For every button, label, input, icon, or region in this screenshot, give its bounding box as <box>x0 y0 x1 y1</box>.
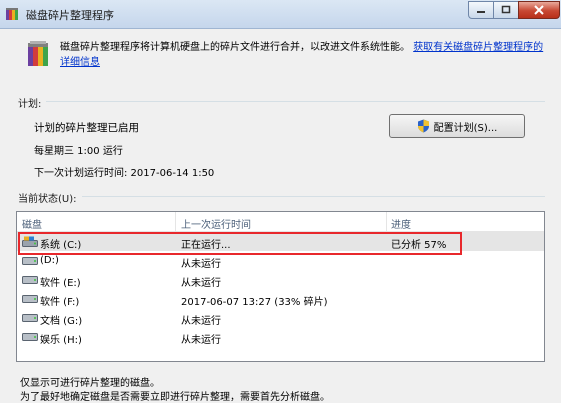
disk-name: 软件 (F:) <box>40 297 80 308</box>
drive-icon <box>22 257 38 265</box>
close-button[interactable] <box>518 1 560 19</box>
current-status-label: 当前状态(U): <box>18 194 77 205</box>
column-header-progress[interactable]: 进度 <box>391 216 411 231</box>
schedule-next-run: 下一次计划运行时间: 2017-06-14 1:50 <box>34 168 215 179</box>
minimize-icon <box>477 11 485 13</box>
schedule-divider <box>46 101 545 102</box>
disk-row-c[interactable]: 系统 (C:) 正在运行... 已分析 57% <box>17 232 544 251</box>
close-icon <box>534 5 544 15</box>
disk-name: 系统 (C:) <box>40 240 82 251</box>
minimize-button[interactable] <box>468 1 494 19</box>
column-header-disk[interactable]: 磁盘 <box>22 216 42 231</box>
intro-text-block: 磁盘碎片整理程序将计算机硬盘上的碎片文件进行合并，以改进文件系统性能。 获取有关… <box>60 40 550 70</box>
intro-description: 磁盘碎片整理程序将计算机硬盘上的碎片文件进行合并，以改进文件系统性能。 <box>60 42 410 53</box>
disk-progress: 已分析 57% <box>391 240 447 251</box>
disk-last-run: 从未运行 <box>181 316 221 327</box>
defrag-app-icon <box>6 8 18 20</box>
disk-name: 文档 (G:) <box>40 316 83 327</box>
footnote-line-1: 仅显示可进行碎片整理的磁盘。 <box>20 378 160 389</box>
disk-row-d[interactable]: (D:) 从未运行 <box>17 251 544 270</box>
schedule-label: 计划: <box>18 99 42 110</box>
drive-icon <box>22 333 38 341</box>
drive-icon <box>22 276 38 284</box>
schedule-frequency: 每星期三 1:00 运行 <box>34 146 123 157</box>
system-drive-icon <box>22 236 38 247</box>
maximize-icon <box>501 5 511 14</box>
drive-icon <box>22 314 38 322</box>
column-header-last-run[interactable]: 上一次运行时间 <box>181 216 251 231</box>
disk-row-g[interactable]: 文档 (G:) 从未运行 <box>17 308 544 327</box>
footnote-line-2: 为了最好地确定磁盘是否需要立即进行碎片整理，需要首先分析磁盘。 <box>20 392 330 403</box>
configure-schedule-label: 配置计划(S)... <box>433 122 498 134</box>
disk-last-run: 2017-06-07 13:27 (33% 碎片) <box>181 297 328 308</box>
disk-list-header: 磁盘 上一次运行时间 进度 <box>17 212 544 232</box>
disk-last-run: 正在运行... <box>181 240 231 251</box>
disk-row-f[interactable]: 软件 (F:) 2017-06-07 13:27 (33% 碎片) <box>17 289 544 308</box>
disk-last-run: 从未运行 <box>181 259 221 270</box>
window-title: 磁盘碎片整理程序 <box>26 9 114 22</box>
schedule-status: 计划的碎片整理已启用 <box>34 122 139 134</box>
title-bar[interactable]: 磁盘碎片整理程序 <box>0 0 561 29</box>
disk-name: 娱乐 (H:) <box>40 335 82 346</box>
disk-last-run: 从未运行 <box>181 278 221 289</box>
column-separator[interactable] <box>386 212 387 231</box>
disk-row-e[interactable]: 软件 (E:) 从未运行 <box>17 270 544 289</box>
drive-icon <box>22 295 38 303</box>
column-separator[interactable] <box>175 212 176 231</box>
configure-schedule-button[interactable]: 配置计划(S)... <box>389 114 525 138</box>
current-status-divider <box>82 196 545 197</box>
defrag-large-icon <box>28 41 48 66</box>
disk-row-h[interactable]: 娱乐 (H:) 从未运行 <box>17 327 544 346</box>
uac-shield-icon <box>417 119 429 133</box>
disk-name: 软件 (E:) <box>40 278 81 289</box>
disk-name: (D:) <box>40 255 59 266</box>
maximize-button[interactable] <box>493 1 519 19</box>
disk-last-run: 从未运行 <box>181 335 221 346</box>
disk-list[interactable]: 磁盘 上一次运行时间 进度 系统 (C:) 正在运行... 已分析 57% (D… <box>16 211 545 362</box>
